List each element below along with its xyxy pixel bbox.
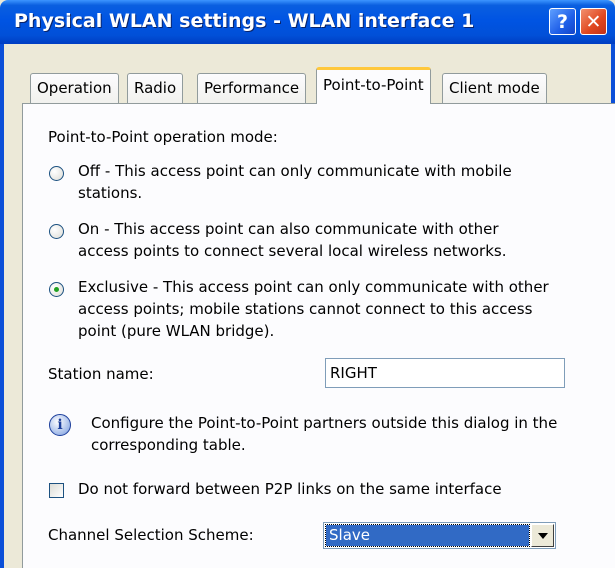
no-forward-checkbox[interactable] (49, 483, 64, 498)
chevron-down-icon[interactable] (531, 524, 554, 547)
station-name-input[interactable]: RIGHT (325, 358, 565, 388)
radio-off-label-line1: Off - This access point can only communi… (78, 162, 512, 180)
radio-off[interactable] (49, 166, 64, 181)
radio-on-label-line1: On - This access point can also communic… (78, 220, 499, 238)
radio-dot-selected (54, 287, 59, 292)
radio-exclusive-label-line3: point (pure WLAN bridge). (78, 322, 275, 340)
channel-scheme-value: Slave (325, 524, 530, 547)
radio-exclusive-label-line1: Exclusive - This access point can only c… (78, 278, 549, 296)
channel-scheme-select[interactable]: Slave (323, 522, 556, 549)
radio-on[interactable] (49, 224, 64, 239)
info-icon: i (49, 414, 71, 436)
mode-heading: Point-to-Point operation mode: (48, 128, 278, 146)
radio-off-label-line2: stations. (78, 184, 143, 202)
no-forward-label: Do not forward between P2P links on the … (78, 480, 502, 498)
info-text-line1: Configure the Point-to-Point partners ou… (91, 414, 558, 432)
radio-exclusive[interactable] (49, 282, 64, 297)
channel-scheme-label: Channel Selection Scheme: (48, 526, 254, 544)
radio-on-label-line2: access points to connect several local w… (78, 242, 507, 260)
info-text-line2: corresponding table. (91, 436, 246, 454)
radio-exclusive-label-line2: access points; mobile stations cannot co… (78, 300, 533, 318)
station-name-label: Station name: (48, 365, 154, 383)
